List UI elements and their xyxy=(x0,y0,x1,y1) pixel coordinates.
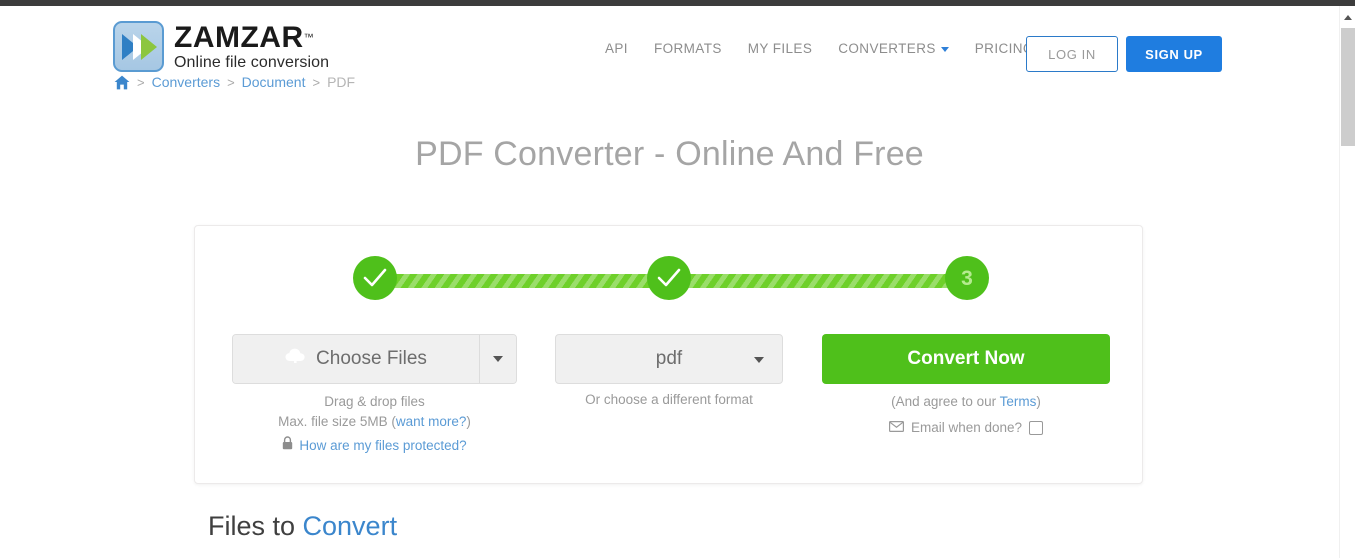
progress-step-1[interactable] xyxy=(353,256,397,300)
files-heading-highlight: Convert xyxy=(302,511,398,541)
progress-bar-segment-1 xyxy=(379,274,669,288)
page-content: ZAMZAR™ Online file conversion API FORMA… xyxy=(0,6,1339,558)
breadcrumb-item-pdf: PDF xyxy=(327,74,356,90)
nav-item-formats[interactable]: FORMATS xyxy=(641,41,735,56)
nav-item-converters-label: CONVERTERS xyxy=(838,41,936,56)
envelope-icon xyxy=(888,418,904,438)
file-size-hint: Max. file size 5MB (want more?) xyxy=(232,412,517,432)
breadcrumb-item-converters[interactable]: Converters xyxy=(152,74,220,90)
file-size-suffix: ) xyxy=(466,414,471,429)
vertical-scrollbar[interactable] xyxy=(1339,6,1355,558)
upload-help-text: Drag & drop files Max. file size 5MB (wa… xyxy=(232,392,517,456)
site-logo[interactable]: ZAMZAR™ Online file conversion xyxy=(113,21,329,72)
terms-prefix: (And agree to our xyxy=(891,394,1000,409)
drag-drop-hint: Drag & drop files xyxy=(324,394,425,409)
signup-button[interactable]: SIGN UP xyxy=(1126,36,1222,72)
terms-suffix: ) xyxy=(1036,394,1041,409)
email-when-done-row: Email when done? xyxy=(822,418,1110,438)
terms-link[interactable]: Terms xyxy=(1000,394,1037,409)
cloud-upload-icon xyxy=(285,347,307,371)
nav-item-my-files[interactable]: MY FILES xyxy=(735,41,825,56)
file-size-prefix: Max. file size 5MB ( xyxy=(278,414,396,429)
chevron-up-icon[interactable] xyxy=(1340,10,1355,24)
chevron-down-icon xyxy=(940,46,949,52)
progress-step-3-label: 3 xyxy=(961,266,973,290)
nav-item-converters[interactable]: CONVERTERS xyxy=(825,41,962,56)
nav-item-api[interactable]: API xyxy=(592,41,641,56)
page-title: PDF Converter - Online And Free xyxy=(415,135,924,173)
logo-wordmark: ZAMZAR™ Online file conversion xyxy=(174,20,330,71)
choose-files-dropdown-toggle[interactable] xyxy=(479,335,516,383)
choose-files-button[interactable]: Choose Files xyxy=(232,334,517,384)
choose-files-main[interactable]: Choose Files xyxy=(233,335,479,383)
choose-files-label: Choose Files xyxy=(316,348,427,369)
want-more-link[interactable]: want more? xyxy=(396,414,467,429)
home-icon[interactable] xyxy=(114,75,130,90)
logo-trademark: ™ xyxy=(303,32,314,44)
breadcrumb-item-document[interactable]: Document xyxy=(242,74,306,90)
convert-now-button[interactable]: Convert Now xyxy=(822,334,1110,384)
files-protected-link[interactable]: How are my files protected? xyxy=(299,436,466,456)
output-format-value: pdf xyxy=(655,348,683,369)
browser-viewport: ZAMZAR™ Online file conversion API FORMA… xyxy=(0,0,1355,558)
progress-step-2[interactable] xyxy=(647,256,691,300)
logo-chevrons-svg xyxy=(121,33,157,60)
progress-step-3[interactable]: 3 xyxy=(945,256,989,300)
email-when-done-label: Email when done? xyxy=(910,420,1023,435)
lock-icon xyxy=(282,436,293,456)
chevron-down-icon xyxy=(754,357,764,363)
home-icon-svg xyxy=(114,75,130,89)
converter-controls: Choose Files pdf Convert Now xyxy=(195,334,1144,384)
cloud-upload-icon-svg xyxy=(285,348,305,363)
output-format-select[interactable]: pdf xyxy=(555,334,783,384)
files-protected-row: How are my files protected? xyxy=(232,436,517,456)
progress-bar-segment-2 xyxy=(669,274,961,288)
convert-help-text: (And agree to our Terms) Email when done… xyxy=(822,392,1110,438)
logo-word: ZAMZAR xyxy=(174,20,304,54)
files-heading-plain: Files to xyxy=(208,511,303,541)
files-to-convert-heading: Files to Convert xyxy=(208,511,397,542)
logo-tagline: Online file conversion xyxy=(174,53,330,71)
login-button[interactable]: LOG IN xyxy=(1026,36,1118,72)
check-icon xyxy=(363,268,387,287)
converter-card: 3 Choose Files pdf Convert Now Drag & dr… xyxy=(194,225,1143,484)
chevron-down-icon xyxy=(493,356,503,362)
progress-steps: 3 xyxy=(349,256,991,304)
check-icon xyxy=(657,268,681,287)
envelope-icon-svg xyxy=(888,421,904,433)
breadcrumb-separator-2: > xyxy=(227,74,235,90)
breadcrumb-separator-1: > xyxy=(137,74,145,90)
site-header: ZAMZAR™ Online file conversion API FORMA… xyxy=(0,14,1339,78)
breadcrumb: > Converters > Document > PDF xyxy=(114,74,355,90)
lock-icon-svg xyxy=(283,436,293,450)
breadcrumb-separator-3: > xyxy=(312,74,321,90)
scroll-thumb[interactable] xyxy=(1341,28,1355,146)
terms-agreement: (And agree to our Terms) xyxy=(822,392,1110,412)
email-when-done-checkbox[interactable] xyxy=(1029,421,1044,435)
format-help-text: Or choose a different format xyxy=(585,392,753,407)
double-chevron-logo-icon xyxy=(113,21,164,72)
